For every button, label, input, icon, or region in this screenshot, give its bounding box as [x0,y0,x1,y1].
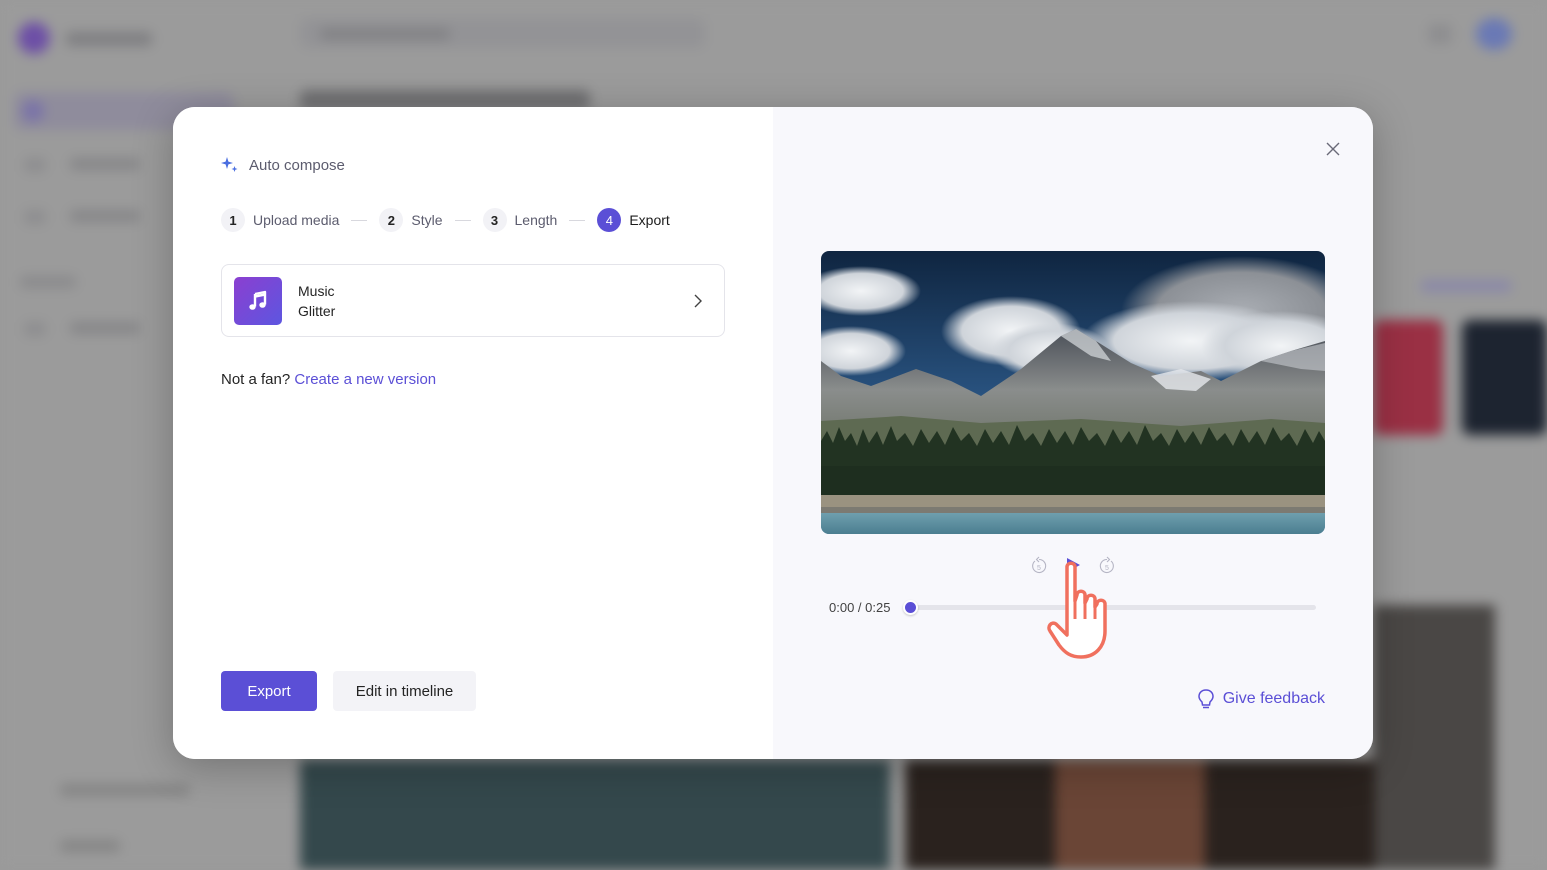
seek-bar[interactable] [910,605,1316,610]
template-thumbnail [1462,320,1547,435]
export-button[interactable]: Export [221,671,317,711]
step-number: 3 [482,208,507,232]
lightbulb-icon [1197,689,1214,709]
music-info: Music Glitter [298,283,335,319]
playback-controls: 5 5 [1029,555,1117,575]
music-thumbnail [234,276,282,325]
app-name-blurred [66,32,152,46]
close-button[interactable] [1323,139,1343,159]
not-a-fan-text: Not a fan? [221,371,291,388]
step-label: Style [411,212,443,228]
step-divider [454,219,471,221]
sparkle-icon [221,157,238,172]
template-thumbnail [1373,320,1443,435]
create-new-version-link[interactable]: Create a new version [294,371,436,388]
play-button[interactable] [1063,555,1083,575]
not-a-fan-row: Not a fan? Create a new version [221,371,436,388]
sidebar-item [60,784,190,796]
auto-compose-dialog: Auto compose 1 Upload media 2 Style 3 Le… [173,107,1373,759]
template-thumbnail [300,760,890,870]
step-divider [569,219,586,221]
chevron-right-icon [694,294,702,308]
template-thumbnail [1373,605,1495,870]
help-icon [1428,24,1452,44]
dialog-left-pane: Auto compose 1 Upload media 2 Style 3 Le… [173,107,773,759]
dialog-title: Auto compose [249,156,345,174]
play-icon [1067,558,1080,572]
sidebar-item [60,840,120,852]
app-logo [18,22,50,54]
forward-5-seconds-icon: 5 [1099,556,1114,574]
step-number: 4 [597,208,622,232]
template-thumbnail [905,760,1375,870]
sidebar-section-label [20,276,76,288]
avatar [1476,18,1512,50]
svg-text:5: 5 [1037,565,1041,572]
music-track-name: Glitter [298,302,336,319]
step-style[interactable]: 2 Style [379,208,443,232]
step-number: 2 [379,208,404,232]
video-preview[interactable] [821,251,1325,534]
close-icon [1326,142,1340,156]
forward-5-button[interactable]: 5 [1097,555,1117,575]
step-upload-media[interactable]: 1 Upload media [221,208,339,232]
time-display: 0:00 / 0:25 [829,600,891,615]
step-label: Export [629,212,670,228]
give-feedback-button[interactable]: Give feedback [1197,688,1325,710]
step-label: Upload media [253,212,340,228]
step-length[interactable]: 3 Length [482,208,558,232]
mountain-landscape-image [821,251,1325,534]
step-label: Length [514,212,558,228]
dialog-header: Auto compose [221,156,345,174]
step-export[interactable]: 4 Export [597,208,670,232]
give-feedback-label: Give feedback [1222,690,1325,707]
rewind-5-seconds-icon: 5 [1032,556,1047,574]
dialog-right-pane: 5 5 0:00 / 0:25 Give feedback [773,107,1373,759]
music-label: Music [298,282,335,299]
seek-handle[interactable] [902,600,918,615]
music-note-icon [249,290,267,310]
stepper: 1 Upload media 2 Style 3 Length 4 Export [221,208,670,232]
search-placeholder-blurred [320,28,450,40]
step-number: 1 [221,208,245,232]
svg-text:5: 5 [1105,565,1109,572]
edit-in-timeline-button[interactable]: Edit in timeline [333,671,476,711]
rewind-5-button[interactable]: 5 [1029,555,1049,575]
music-selector-card[interactable]: Music Glitter [221,264,725,337]
step-divider [351,219,368,221]
blurred-link [1420,280,1512,292]
